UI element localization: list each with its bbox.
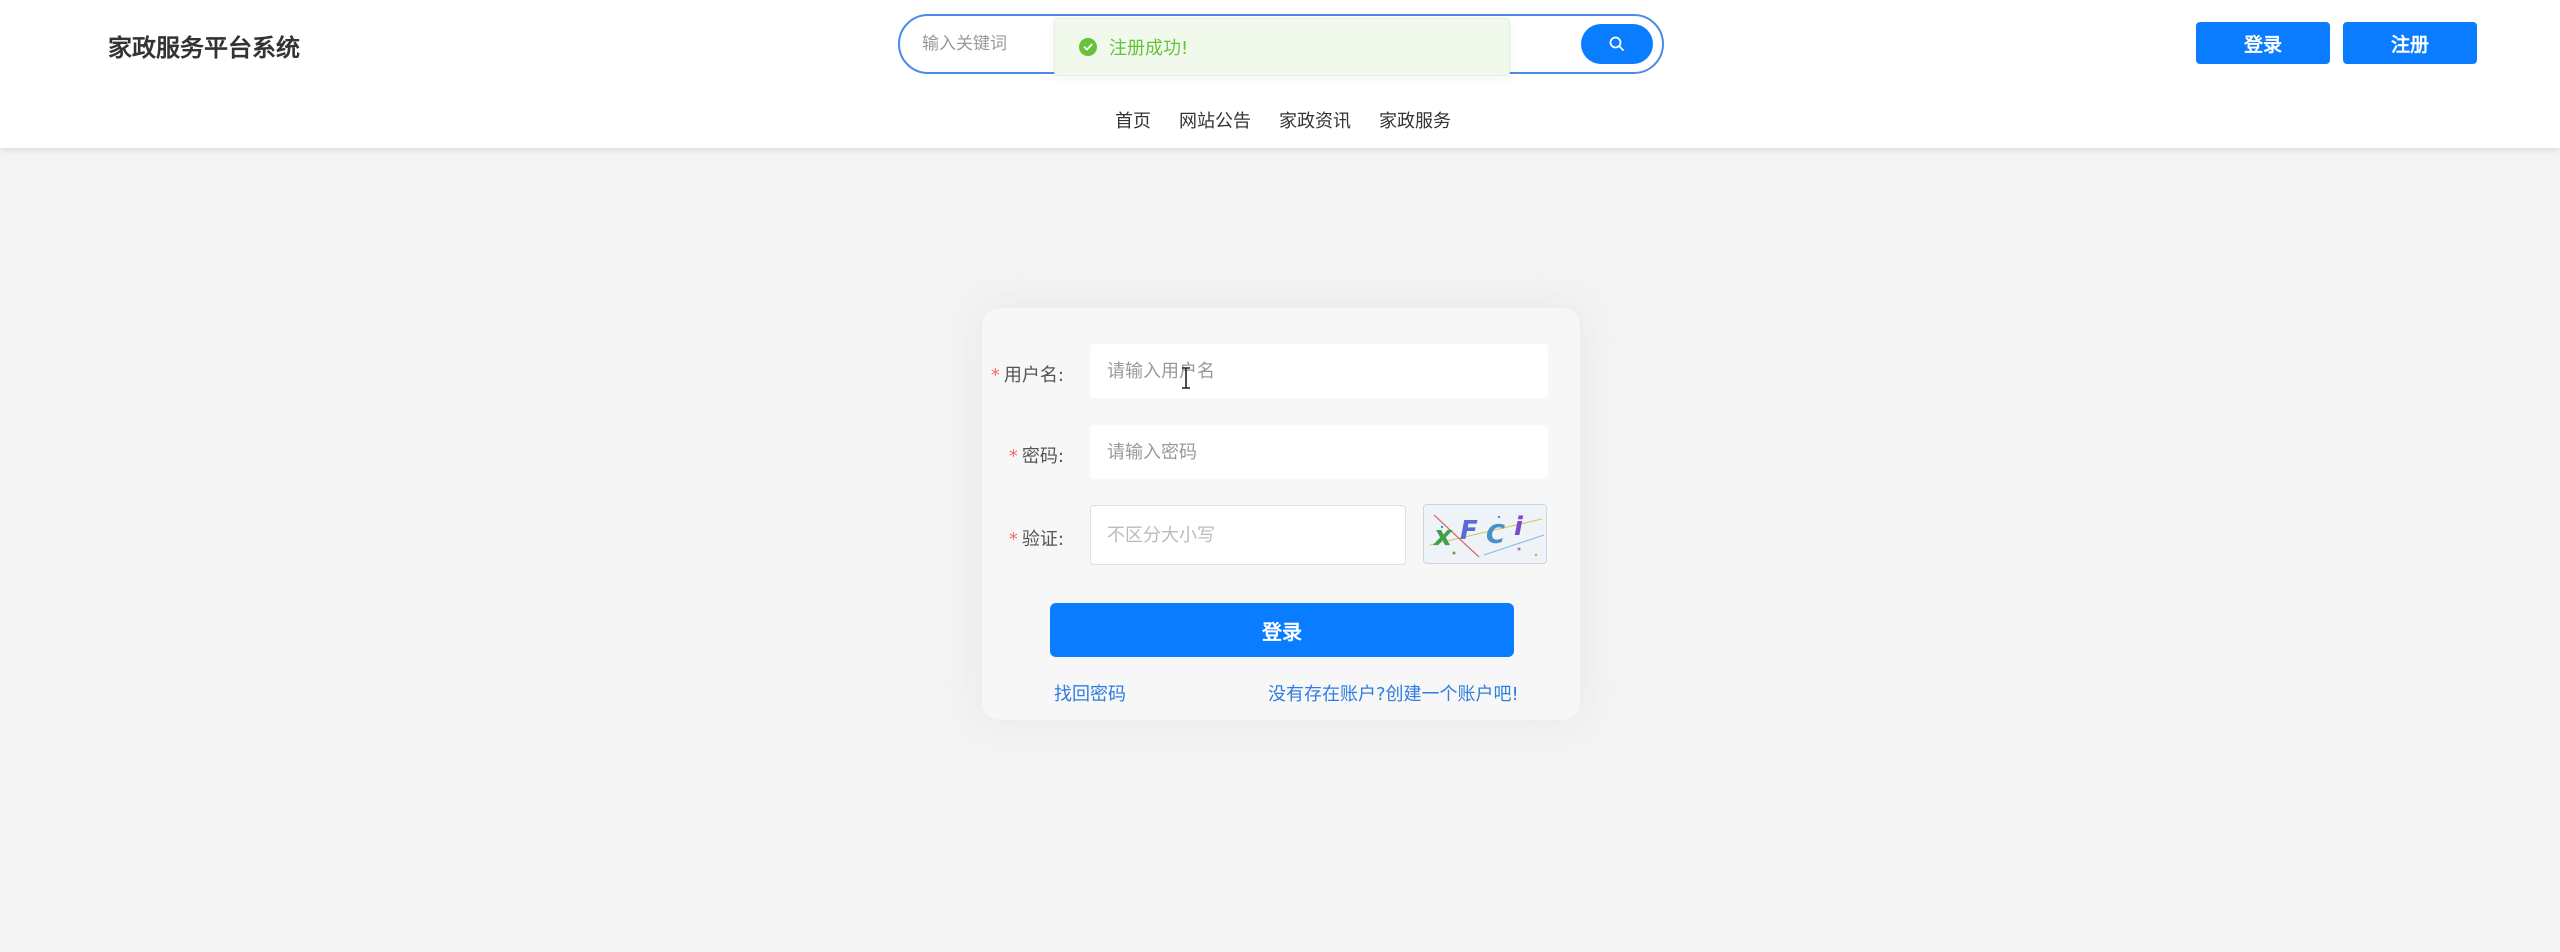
captcha-char-4: i bbox=[1514, 512, 1524, 542]
forgot-password-link[interactable]: 找回密码 bbox=[1054, 680, 1126, 706]
nav-item-announcements[interactable]: 网站公告 bbox=[1179, 107, 1251, 133]
login-card: *用户名: *密码: *验证: x F C i bbox=[982, 308, 1580, 720]
text-cursor-icon bbox=[1182, 367, 1190, 389]
search-button[interactable] bbox=[1581, 24, 1653, 64]
nav-item-services[interactable]: 家政服务 bbox=[1379, 107, 1451, 133]
main-nav: 首页 网站公告 家政资讯 家政服务 bbox=[0, 106, 2560, 134]
captcha-input[interactable] bbox=[1090, 505, 1406, 565]
captcha-char-2: F bbox=[1460, 516, 1478, 546]
login-submit-button[interactable]: 登录 bbox=[1050, 603, 1514, 657]
username-input[interactable] bbox=[1090, 344, 1548, 398]
nav-item-home[interactable]: 首页 bbox=[1115, 107, 1151, 133]
header-register-button[interactable]: 注册 bbox=[2343, 22, 2477, 64]
captcha-char-3: C bbox=[1486, 520, 1505, 550]
top-header: 家政服务平台系统 注册成功! 登录 注册 首页 网站公告 家政资讯 家政服务 bbox=[0, 0, 2560, 148]
password-label: * 密码: bbox=[1008, 446, 1064, 467]
success-toast: 注册成功! bbox=[1054, 18, 1510, 76]
create-account-link[interactable]: 没有存在账户?创建一个账户吧! bbox=[1268, 680, 1519, 706]
captcha-image[interactable]: x F C i bbox=[1423, 504, 1547, 564]
username-row: * 用户名: bbox=[982, 344, 1580, 400]
password-row: * 密码: bbox=[982, 425, 1580, 481]
username-label: * 用户名: bbox=[990, 365, 1064, 386]
search-icon bbox=[1609, 36, 1624, 51]
captcha-char-1: x bbox=[1432, 519, 1453, 552]
password-input[interactable] bbox=[1090, 425, 1548, 479]
captcha-row: *验证: x F C i bbox=[982, 504, 1580, 565]
header-login-button[interactable]: 登录 bbox=[2196, 22, 2330, 64]
check-circle-icon bbox=[1079, 38, 1097, 56]
captcha-label: * 验证: bbox=[1008, 529, 1064, 550]
toast-message: 注册成功! bbox=[1109, 38, 1189, 59]
nav-item-news[interactable]: 家政资讯 bbox=[1279, 107, 1351, 133]
site-logo[interactable]: 家政服务平台系统 bbox=[108, 28, 300, 63]
